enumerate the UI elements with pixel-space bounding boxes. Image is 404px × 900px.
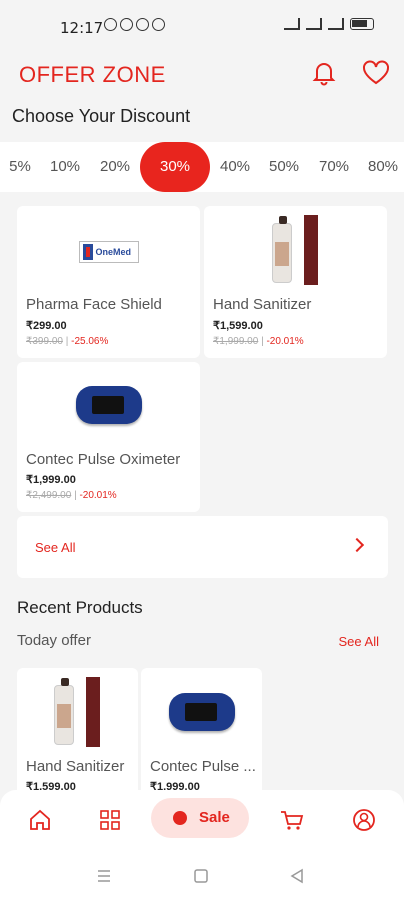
home-square-icon[interactable] [193,868,209,884]
discount-option-40[interactable]: 40% [212,142,258,192]
discount-option-20[interactable]: 20% [92,142,138,192]
menu-icon[interactable] [96,868,112,884]
discount-option-10[interactable]: 10% [42,142,88,192]
product-name: Contec Pulse Oximeter [26,451,181,468]
product-image [17,362,200,448]
recent-product-card[interactable]: Contec Pulse ... ₹1,999.00 [141,668,262,798]
categories-icon[interactable] [96,806,124,834]
see-all-card[interactable]: See All [17,516,388,578]
discount-option-5[interactable]: 5% [0,142,43,192]
product-image [141,668,262,756]
sanitizer-bottle-image [268,215,324,285]
product-price: ₹299.00 [26,320,67,332]
signal-icon [328,18,344,30]
discount-option-70[interactable]: 70% [311,142,357,192]
sanitizer-bottle-image [50,677,106,747]
old-price: ₹399.00 [26,336,63,347]
system-navigation-bar [0,850,404,900]
discount-option-30[interactable]: 30% [140,142,210,192]
sale-label: Sale [199,809,230,826]
today-see-all-link[interactable]: See All [339,634,379,649]
notification-icon [104,18,117,31]
pulse-oximeter-image [75,386,142,424]
product-old-price-row: ₹1,999.00 | -20.01% [213,336,304,347]
notification-icon [120,18,133,31]
discount-selector: 5% 10% 20% 30% 40% 50% 70% 80% [0,142,404,192]
profile-icon[interactable] [350,806,378,834]
system-icons [284,18,374,30]
discount-percent: -25.06% [71,336,109,347]
product-name: Contec Pulse ... [150,758,256,775]
status-time: 12:17 [60,19,104,37]
recent-products-title: Recent Products [17,598,143,617]
product-name: Hand Sanitizer [213,296,312,313]
discount-option-80[interactable]: 80% [360,142,404,192]
product-card[interactable]: OneMed Pharma Face Shield ₹299.00 ₹399.0… [17,206,200,358]
heart-icon[interactable] [362,60,390,86]
sale-icon [173,811,187,825]
notification-icons [104,18,165,31]
sale-tab[interactable]: Sale [151,798,249,838]
back-icon[interactable] [289,868,305,884]
notification-icon [136,18,149,31]
product-image [17,668,138,756]
product-name: Hand Sanitizer [26,758,125,775]
notification-icon [152,18,165,31]
signal-icon [306,18,322,30]
app-header: OFFER ZONE [0,54,404,102]
old-price: ₹1,999.00 [213,336,259,347]
product-card[interactable]: Contec Pulse Oximeter ₹1,999.00 ₹2,499.0… [17,362,200,512]
chevron-right-icon[interactable] [349,537,365,553]
bell-icon[interactable] [312,60,336,86]
home-icon[interactable] [26,806,54,834]
today-offer-label: Today offer [17,632,91,649]
wifi-icon [284,18,300,30]
product-price: ₹1,599.00 [213,320,263,332]
discount-percent: -20.01% [79,490,117,501]
product-card[interactable]: Hand Sanitizer ₹1,599.00 ₹1,999.00 | -20… [204,206,387,358]
discount-option-50[interactable]: 50% [261,142,307,192]
page-title: OFFER ZONE [19,62,166,87]
product-price: ₹1,999.00 [26,474,76,486]
product-name: Pharma Face Shield [26,296,162,313]
old-price: ₹2,499.00 [26,490,72,501]
onemed-logo: OneMed [78,241,139,263]
pulse-oximeter-image [168,693,235,731]
bottom-navigation: Sale [0,790,404,850]
product-old-price-row: ₹399.00 | -25.06% [26,336,109,347]
recent-product-card[interactable]: Hand Sanitizer ₹1,599.00 [17,668,138,798]
discount-section-title: Choose Your Discount [12,106,191,126]
product-image: OneMed [17,206,200,298]
battery-icon [350,18,374,30]
product-old-price-row: ₹2,499.00 | -20.01% [26,490,117,501]
product-image [204,206,387,294]
see-all-link[interactable]: See All [35,540,75,555]
discount-percent: -20.01% [266,336,304,347]
status-bar: 12:17 [0,0,404,54]
cart-icon[interactable] [278,806,306,834]
